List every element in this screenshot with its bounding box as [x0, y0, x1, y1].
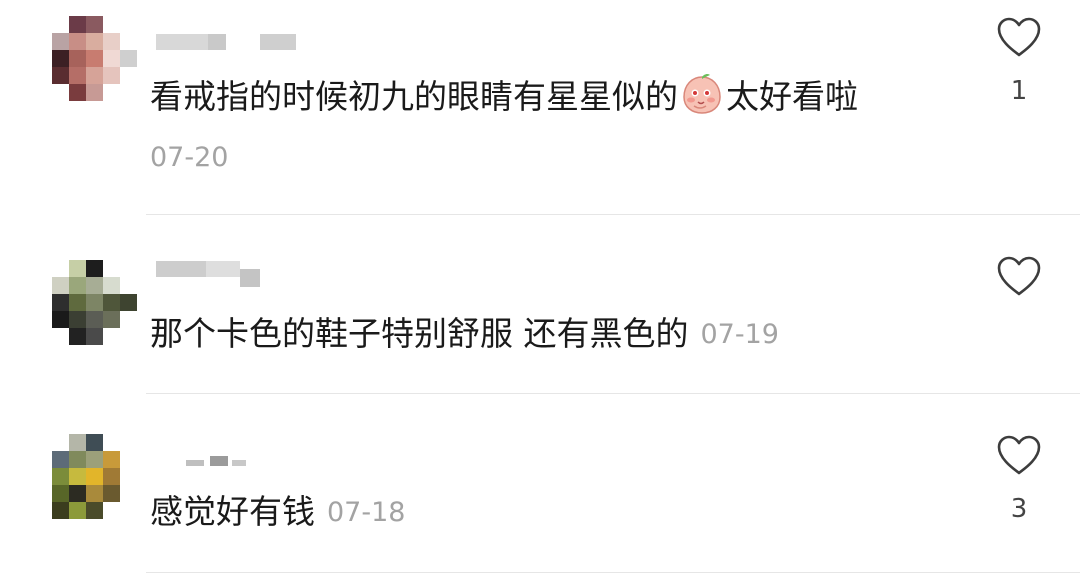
comment-text: 感觉好有钱 07-18	[150, 490, 405, 535]
comment-text: 那个卡色的鞋子特别舒服 还有黑色的 07-19	[150, 312, 779, 357]
comment-text-part: 看戒指的时候初九的眼睛有星星似的	[150, 77, 678, 116]
comment-text-part: 太好看啦	[726, 77, 858, 116]
avatar[interactable]	[52, 434, 140, 522]
comment-text: 看戒指的时候初九的眼睛有星星似的 太好看啦	[150, 72, 858, 119]
like-button[interactable]: 3	[994, 434, 1044, 524]
comment-body: 感觉好有钱	[150, 492, 315, 531]
like-button[interactable]: 1	[994, 16, 1044, 106]
like-count: 3	[1010, 494, 1028, 524]
avatar[interactable]	[52, 16, 140, 104]
like-button[interactable]	[994, 255, 1044, 315]
divider	[146, 572, 1080, 573]
comment-item: 看戒指的时候初九的眼睛有星星似的 太好看啦 07-20 1	[0, 0, 1080, 215]
comment-date: 07-20	[150, 142, 229, 173]
avatar[interactable]	[52, 260, 140, 348]
comment-date: 07-19	[700, 319, 779, 350]
heart-outline-icon	[997, 435, 1041, 475]
heart-outline-icon	[997, 256, 1041, 296]
blushing-peach-emoji	[683, 73, 721, 114]
like-count: 1	[1010, 76, 1028, 106]
comment-body: 那个卡色的鞋子特别舒服 还有黑色的	[150, 314, 689, 353]
comment-date: 07-18	[327, 497, 406, 528]
heart-outline-icon	[997, 17, 1041, 57]
comment-item: 感觉好有钱 07-18 3	[0, 394, 1080, 577]
comment-item: 那个卡色的鞋子特别舒服 还有黑色的 07-19	[0, 215, 1080, 393]
